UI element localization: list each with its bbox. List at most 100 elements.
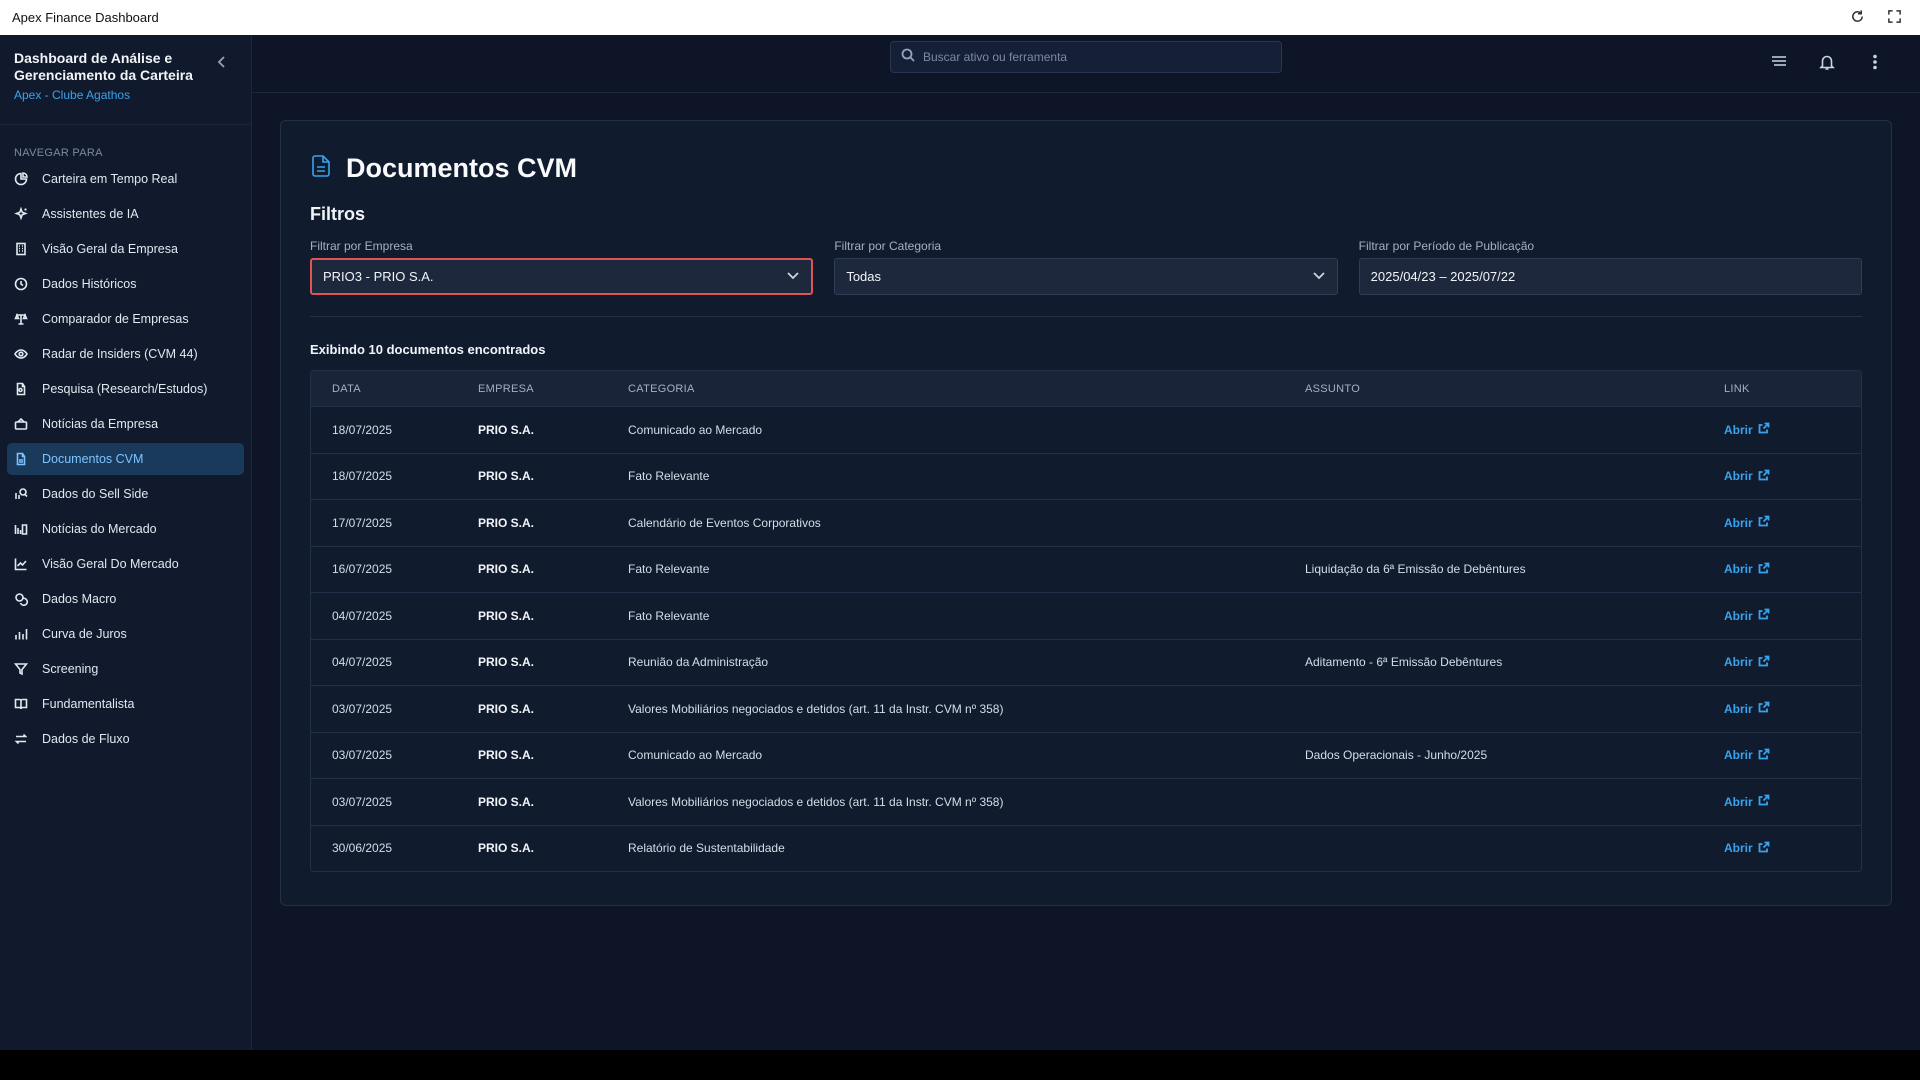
cell-data: 03/07/2025 bbox=[332, 794, 393, 809]
open-document-link[interactable]: Abrir bbox=[1724, 748, 1770, 763]
sidebar-item-label: Dados Históricos bbox=[42, 277, 137, 291]
filter-icon bbox=[14, 662, 28, 676]
sidebar-item-label: Dados de Fluxo bbox=[42, 732, 130, 746]
header-data: DATA bbox=[332, 382, 361, 395]
bell-icon[interactable] bbox=[1818, 53, 1836, 71]
sidebar-item-label: Assistentes de IA bbox=[42, 207, 139, 221]
sidebar-item-label: Fundamentalista bbox=[42, 697, 135, 711]
open-document-link[interactable]: Abrir bbox=[1724, 608, 1770, 623]
sidebar-subtitle: Apex - Clube Agathos bbox=[14, 88, 131, 102]
header-empresa: EMPRESA bbox=[478, 382, 534, 395]
open-document-link[interactable]: Abrir bbox=[1724, 562, 1770, 577]
sidebar-item-curva-de-juros[interactable]: Curva de Juros bbox=[7, 618, 244, 650]
documents-table: DATA EMPRESA CATEGORIA ASSUNTO LINK 18/0… bbox=[310, 370, 1862, 872]
newspaper-icon bbox=[14, 417, 28, 431]
reload-icon[interactable] bbox=[1850, 9, 1865, 27]
collapse-sidebar-icon[interactable] bbox=[215, 55, 229, 69]
sidebar-item-carteira-em-tempo-real[interactable]: Carteira em Tempo Real bbox=[7, 163, 244, 195]
more-vertical-icon[interactable] bbox=[1866, 53, 1884, 71]
window-title: Apex Finance Dashboard bbox=[12, 10, 159, 25]
cell-empresa: PRIO S.A. bbox=[478, 608, 535, 623]
sidebar-item-fundamentalista[interactable]: Fundamentalista bbox=[7, 688, 244, 720]
external-link-icon bbox=[1758, 794, 1770, 809]
external-link-icon bbox=[1758, 841, 1770, 856]
sidebar-item-visao-geral-da-empresa[interactable]: Visão Geral da Empresa bbox=[7, 233, 244, 265]
sidebar-nav: Carteira em Tempo Real Assistentes de IA V… bbox=[0, 163, 251, 755]
scale-icon bbox=[14, 312, 28, 326]
sidebar-item-dados-historicos[interactable]: Dados Históricos bbox=[7, 268, 244, 300]
cell-categoria: Comunicado ao Mercado bbox=[628, 748, 763, 763]
sidebar-item-comparador-de-empresas[interactable]: Comparador de Empresas bbox=[7, 303, 244, 335]
cell-data: 17/07/2025 bbox=[332, 515, 393, 530]
documents-card: Documentos CVM Filtros Filtrar por Empre… bbox=[280, 120, 1892, 906]
date-range-value: 2025/04/23 – 2025/07/22 bbox=[1370, 269, 1516, 284]
cell-assunto: Dados Operacionais - Junho/2025 bbox=[1305, 748, 1488, 763]
open-document-link[interactable]: Abrir bbox=[1724, 469, 1770, 484]
table-row: 03/07/2025 PRIO S.A. Comunicado ao Mercado… bbox=[311, 731, 1861, 779]
external-link-icon bbox=[1758, 469, 1770, 484]
external-link-icon bbox=[1758, 422, 1770, 437]
page-title-row: Documentos CVM bbox=[310, 151, 1862, 185]
company-select-value: PRIO3 - PRIO S.A. bbox=[323, 269, 434, 284]
sidebar-item-screening[interactable]: Screening bbox=[7, 653, 244, 685]
app-root: Dashboard de Análise e Gerenciamento da … bbox=[0, 35, 1920, 1050]
sidebar-item-noticias-do-mercado[interactable]: Notícias do Mercado bbox=[7, 513, 244, 545]
category-select[interactable]: Todas bbox=[834, 258, 1338, 295]
sidebar-item-documentos-cvm[interactable]: Documentos CVM bbox=[7, 443, 244, 475]
cell-data: 04/07/2025 bbox=[332, 655, 393, 670]
building-icon bbox=[14, 242, 28, 256]
bar-chart-icon bbox=[14, 627, 28, 641]
fullscreen-icon[interactable] bbox=[1887, 9, 1902, 27]
open-link-label: Abrir bbox=[1724, 422, 1753, 437]
table-row: 18/07/2025 PRIO S.A. Fato Relevante Abrir bbox=[311, 452, 1861, 500]
search-chart-icon bbox=[14, 487, 28, 501]
search-input[interactable] bbox=[923, 50, 1263, 64]
nav-section-label: NAVEGAR PARA bbox=[14, 147, 103, 159]
sidebar-item-noticias-da-empresa[interactable]: Notícias da Empresa bbox=[7, 408, 244, 440]
open-link-label: Abrir bbox=[1724, 608, 1753, 623]
filters-heading: Filtros bbox=[310, 204, 366, 224]
header-assunto: ASSUNTO bbox=[1305, 382, 1361, 395]
sidebar-item-radar-de-insiders-cvm-44[interactable]: Radar de Insiders (CVM 44) bbox=[7, 338, 244, 370]
sidebar-item-assistentes-de-ia[interactable]: Assistentes de IA bbox=[7, 198, 244, 230]
sidebar-item-label: Radar de Insiders (CVM 44) bbox=[42, 347, 198, 361]
table-row: 04/07/2025 PRIO S.A. Fato Relevante Abrir bbox=[311, 592, 1861, 639]
open-link-label: Abrir bbox=[1724, 515, 1753, 530]
open-document-link[interactable]: Abrir bbox=[1724, 515, 1770, 530]
open-link-label: Abrir bbox=[1724, 701, 1753, 716]
sidebar-item-dados-de-fluxo[interactable]: Dados de Fluxo bbox=[7, 723, 244, 755]
menu-lines-icon[interactable] bbox=[1770, 53, 1788, 71]
sidebar-item-label: Notícias da Empresa bbox=[42, 417, 159, 431]
company-select[interactable]: PRIO3 - PRIO S.A. bbox=[310, 258, 814, 295]
open-document-link[interactable]: Abrir bbox=[1724, 422, 1770, 437]
cell-empresa: PRIO S.A. bbox=[478, 422, 535, 437]
search-box[interactable] bbox=[890, 41, 1282, 73]
cell-categoria: Calendário de Eventos Corporativos bbox=[628, 515, 821, 530]
cell-data: 16/07/2025 bbox=[332, 562, 393, 577]
cell-empresa: PRIO S.A. bbox=[478, 748, 535, 763]
pie-chart-icon bbox=[14, 172, 28, 186]
open-document-link[interactable]: Abrir bbox=[1724, 794, 1770, 809]
filter-empresa-label: Filtrar por Empresa bbox=[310, 239, 413, 253]
cell-data: 03/07/2025 bbox=[332, 748, 393, 763]
table-row: 16/07/2025 PRIO S.A. Fato Relevante Liquida… bbox=[311, 545, 1861, 593]
table-row: 18/07/2025 PRIO S.A. Comunicado ao Mercado… bbox=[311, 406, 1861, 453]
sidebar-item-label: Dados do Sell Side bbox=[42, 487, 149, 501]
clock-icon bbox=[14, 277, 28, 291]
open-link-label: Abrir bbox=[1724, 655, 1753, 670]
open-document-link[interactable]: Abrir bbox=[1724, 841, 1770, 856]
sidebar-item-pesquisa-research-estudos[interactable]: Pesquisa (Research/Estudos) bbox=[7, 373, 244, 405]
open-document-link[interactable]: Abrir bbox=[1724, 701, 1770, 716]
date-range-field[interactable]: 2025/04/23 – 2025/07/22 bbox=[1358, 258, 1862, 295]
sidebar-item-visao-geral-do-mercado[interactable]: Visão Geral Do Mercado bbox=[7, 548, 244, 580]
coins-icon bbox=[14, 592, 28, 606]
external-link-icon bbox=[1758, 701, 1770, 716]
sidebar-item-label: Comparador de Empresas bbox=[42, 312, 189, 326]
cell-empresa: PRIO S.A. bbox=[478, 469, 535, 484]
table-header: DATA EMPRESA CATEGORIA ASSUNTO LINK bbox=[311, 371, 1861, 406]
open-document-link[interactable]: Abrir bbox=[1724, 655, 1770, 670]
sidebar-item-dados-macro[interactable]: Dados Macro bbox=[7, 583, 244, 615]
table-row: 04/07/2025 PRIO S.A. Reunião da Administra… bbox=[311, 638, 1861, 686]
cell-assunto: Liquidação da 6ª Emissão de Debêntures bbox=[1305, 562, 1526, 577]
sidebar-item-dados-do-sell-side[interactable]: Dados do Sell Side bbox=[7, 478, 244, 510]
